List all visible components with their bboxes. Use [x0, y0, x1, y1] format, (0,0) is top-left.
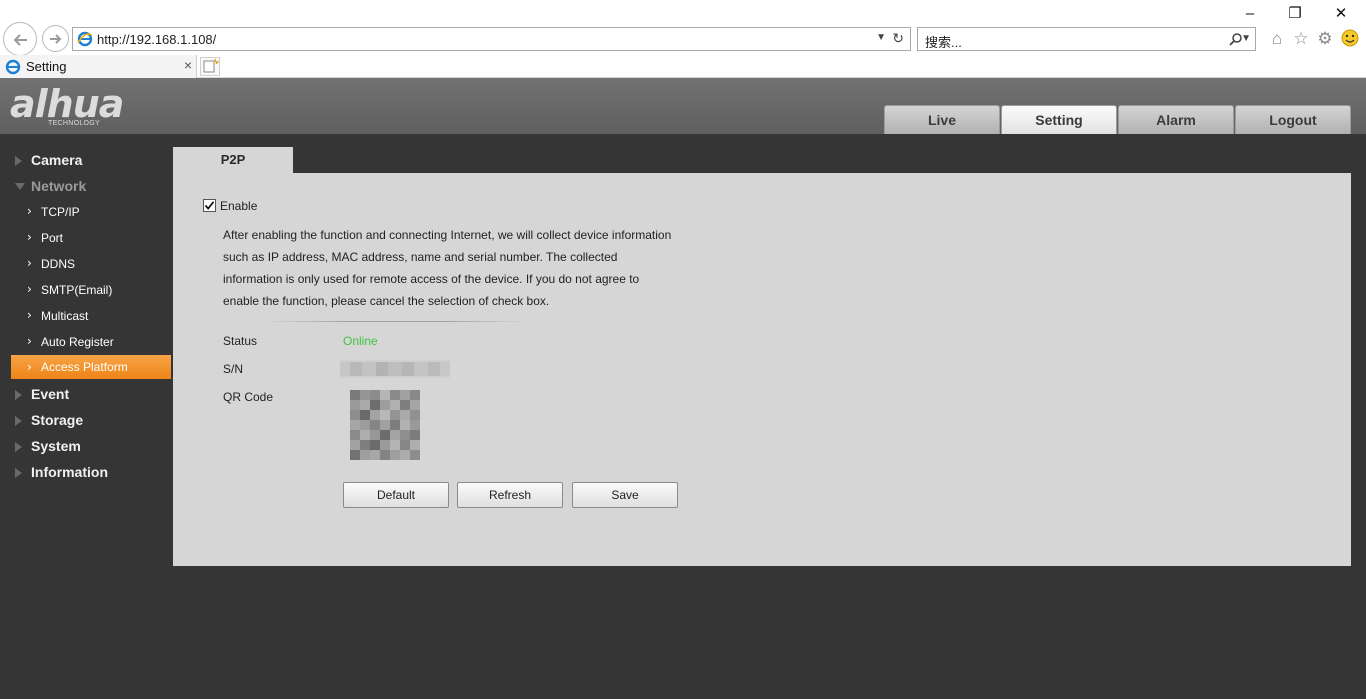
new-tab-icon	[203, 58, 220, 73]
sidebar-item-access-platform[interactable]: › Access Platform	[11, 355, 171, 379]
save-button[interactable]: Save	[572, 482, 678, 508]
sidebar-item-system[interactable]: System	[0, 433, 173, 459]
collapsed-arrow-icon	[15, 390, 22, 400]
tab-logout[interactable]: Logout	[1235, 105, 1351, 134]
browser-chrome: http://192.168.1.108/ ▼ ↻ 搜索... ▼ ⌂ ☆ ⚙ …	[0, 0, 1366, 78]
chevron-right-icon: ›	[27, 360, 32, 374]
collapsed-arrow-icon	[15, 442, 22, 452]
address-text[interactable]: http://192.168.1.108/	[97, 32, 216, 47]
sidebar-item-label: Network	[31, 178, 87, 194]
sidebar-menu: Camera Network › TCP/IP › Port › DDNS › …	[0, 134, 173, 699]
tab-live[interactable]: Live	[884, 105, 1000, 134]
sidebar-item-label: Access Platform	[41, 360, 128, 374]
notice-line: information is only used for remote acce…	[223, 272, 640, 286]
browser-tab-title: Setting	[26, 59, 67, 74]
smiley-feedback-icon[interactable]	[1340, 29, 1360, 49]
sidebar-item-smtp[interactable]: › SMTP(Email)	[0, 277, 173, 303]
expanded-arrow-icon	[15, 183, 25, 190]
tab-setting[interactable]: Setting	[1001, 105, 1117, 134]
new-tab-button[interactable]	[200, 57, 220, 76]
collapsed-arrow-icon	[15, 156, 22, 166]
refresh-icon[interactable]: ↻	[892, 30, 904, 47]
collapsed-arrow-icon	[15, 468, 22, 478]
restore-icon[interactable]: ❐	[1284, 4, 1306, 24]
divider	[263, 321, 528, 322]
sidebar-item-tcpip[interactable]: › TCP/IP	[0, 199, 173, 225]
qr-code-image	[350, 390, 420, 460]
browser-tab-strip: Setting ×	[0, 55, 1366, 78]
qr-code-label: QR Code	[223, 390, 274, 404]
refresh-button[interactable]: Refresh	[457, 482, 563, 508]
tab-alarm[interactable]: Alarm	[1118, 105, 1234, 134]
sidebar-item-label: Event	[31, 386, 70, 402]
chevron-right-icon: ›	[27, 256, 32, 270]
logo-subtext: TECHNOLOGY	[48, 120, 101, 127]
notice-line: enable the function, please cancel the s…	[223, 294, 550, 308]
sidebar-item-label: Multicast	[41, 309, 89, 323]
search-input[interactable]: 搜索... ▼	[917, 27, 1256, 51]
sidebar-item-network[interactable]: Network	[0, 173, 173, 199]
search-dropdown-icon[interactable]: ▼	[1241, 33, 1251, 44]
chevron-right-icon: ›	[27, 308, 32, 322]
sidebar-item-camera[interactable]: Camera	[0, 147, 173, 173]
sidebar-item-label: System	[31, 438, 81, 454]
sidebar-item-information[interactable]: Information	[0, 459, 173, 485]
settings-gear-icon[interactable]: ⚙	[1315, 29, 1335, 49]
sidebar-item-label: Auto Register	[41, 335, 114, 349]
sidebar-item-port[interactable]: › Port	[0, 225, 173, 251]
chevron-right-icon: ›	[27, 334, 32, 348]
notice-line: After enabling the function and connecti…	[223, 228, 672, 242]
close-window-icon[interactable]: ✕	[1330, 4, 1352, 24]
collapsed-arrow-icon	[15, 416, 22, 426]
sidebar-item-multicast[interactable]: › Multicast	[0, 303, 173, 329]
back-button[interactable]	[3, 22, 37, 56]
enable-checkbox[interactable]	[203, 199, 216, 212]
tab-p2p[interactable]: P2P	[173, 147, 293, 173]
privacy-notice: After enabling the function and connecti…	[223, 224, 693, 312]
p2p-settings-panel: Enable After enabling the function and c…	[173, 173, 1351, 566]
sidebar-item-auto-register[interactable]: › Auto Register	[0, 329, 173, 355]
sidebar-item-ddns[interactable]: › DDNS	[0, 251, 173, 277]
ie-icon	[77, 31, 93, 47]
forward-arrow-icon	[50, 34, 62, 44]
default-button[interactable]: Default	[343, 482, 449, 508]
chevron-right-icon: ›	[27, 282, 32, 296]
forward-button[interactable]	[42, 25, 69, 52]
enable-label: Enable	[220, 199, 258, 213]
status-label: Status	[223, 334, 258, 348]
sidebar-item-storage[interactable]: Storage	[0, 407, 173, 433]
chevron-right-icon: ›	[27, 230, 32, 244]
sidebar-item-label: SMTP(Email)	[41, 283, 113, 297]
sidebar-item-event[interactable]: Event	[0, 381, 173, 407]
sidebar-item-label: TCP/IP	[41, 205, 80, 219]
address-dropdown-icon[interactable]: ▼	[876, 32, 886, 43]
sidebar-item-label: Camera	[31, 152, 83, 168]
back-arrow-icon	[13, 34, 27, 46]
minimize-icon[interactable]: –	[1239, 4, 1261, 24]
search-placeholder: 搜索...	[925, 35, 962, 50]
checkmark-icon	[204, 201, 215, 210]
status-value: Online	[343, 334, 378, 348]
sidebar-item-label: Information	[31, 464, 108, 480]
sidebar-item-label: DDNS	[41, 257, 76, 271]
address-bar[interactable]: http://192.168.1.108/ ▼ ↻	[72, 27, 911, 51]
dahua-logo: alhua TECHNOLOGY	[10, 82, 155, 130]
serial-number-blurred	[340, 360, 450, 378]
sn-label: S/N	[223, 362, 244, 376]
sidebar-item-label: Storage	[31, 412, 84, 428]
home-icon[interactable]: ⌂	[1267, 29, 1287, 49]
sidebar-item-label: Port	[41, 231, 64, 245]
notice-line: such as IP address, MAC address, name an…	[223, 250, 618, 264]
ie-tab-icon	[5, 59, 21, 75]
tab-close-icon[interactable]: ×	[184, 57, 192, 73]
chevron-right-icon: ›	[27, 204, 32, 218]
favorites-star-icon[interactable]: ☆	[1291, 29, 1311, 49]
browser-tab-setting[interactable]: Setting ×	[0, 55, 197, 78]
